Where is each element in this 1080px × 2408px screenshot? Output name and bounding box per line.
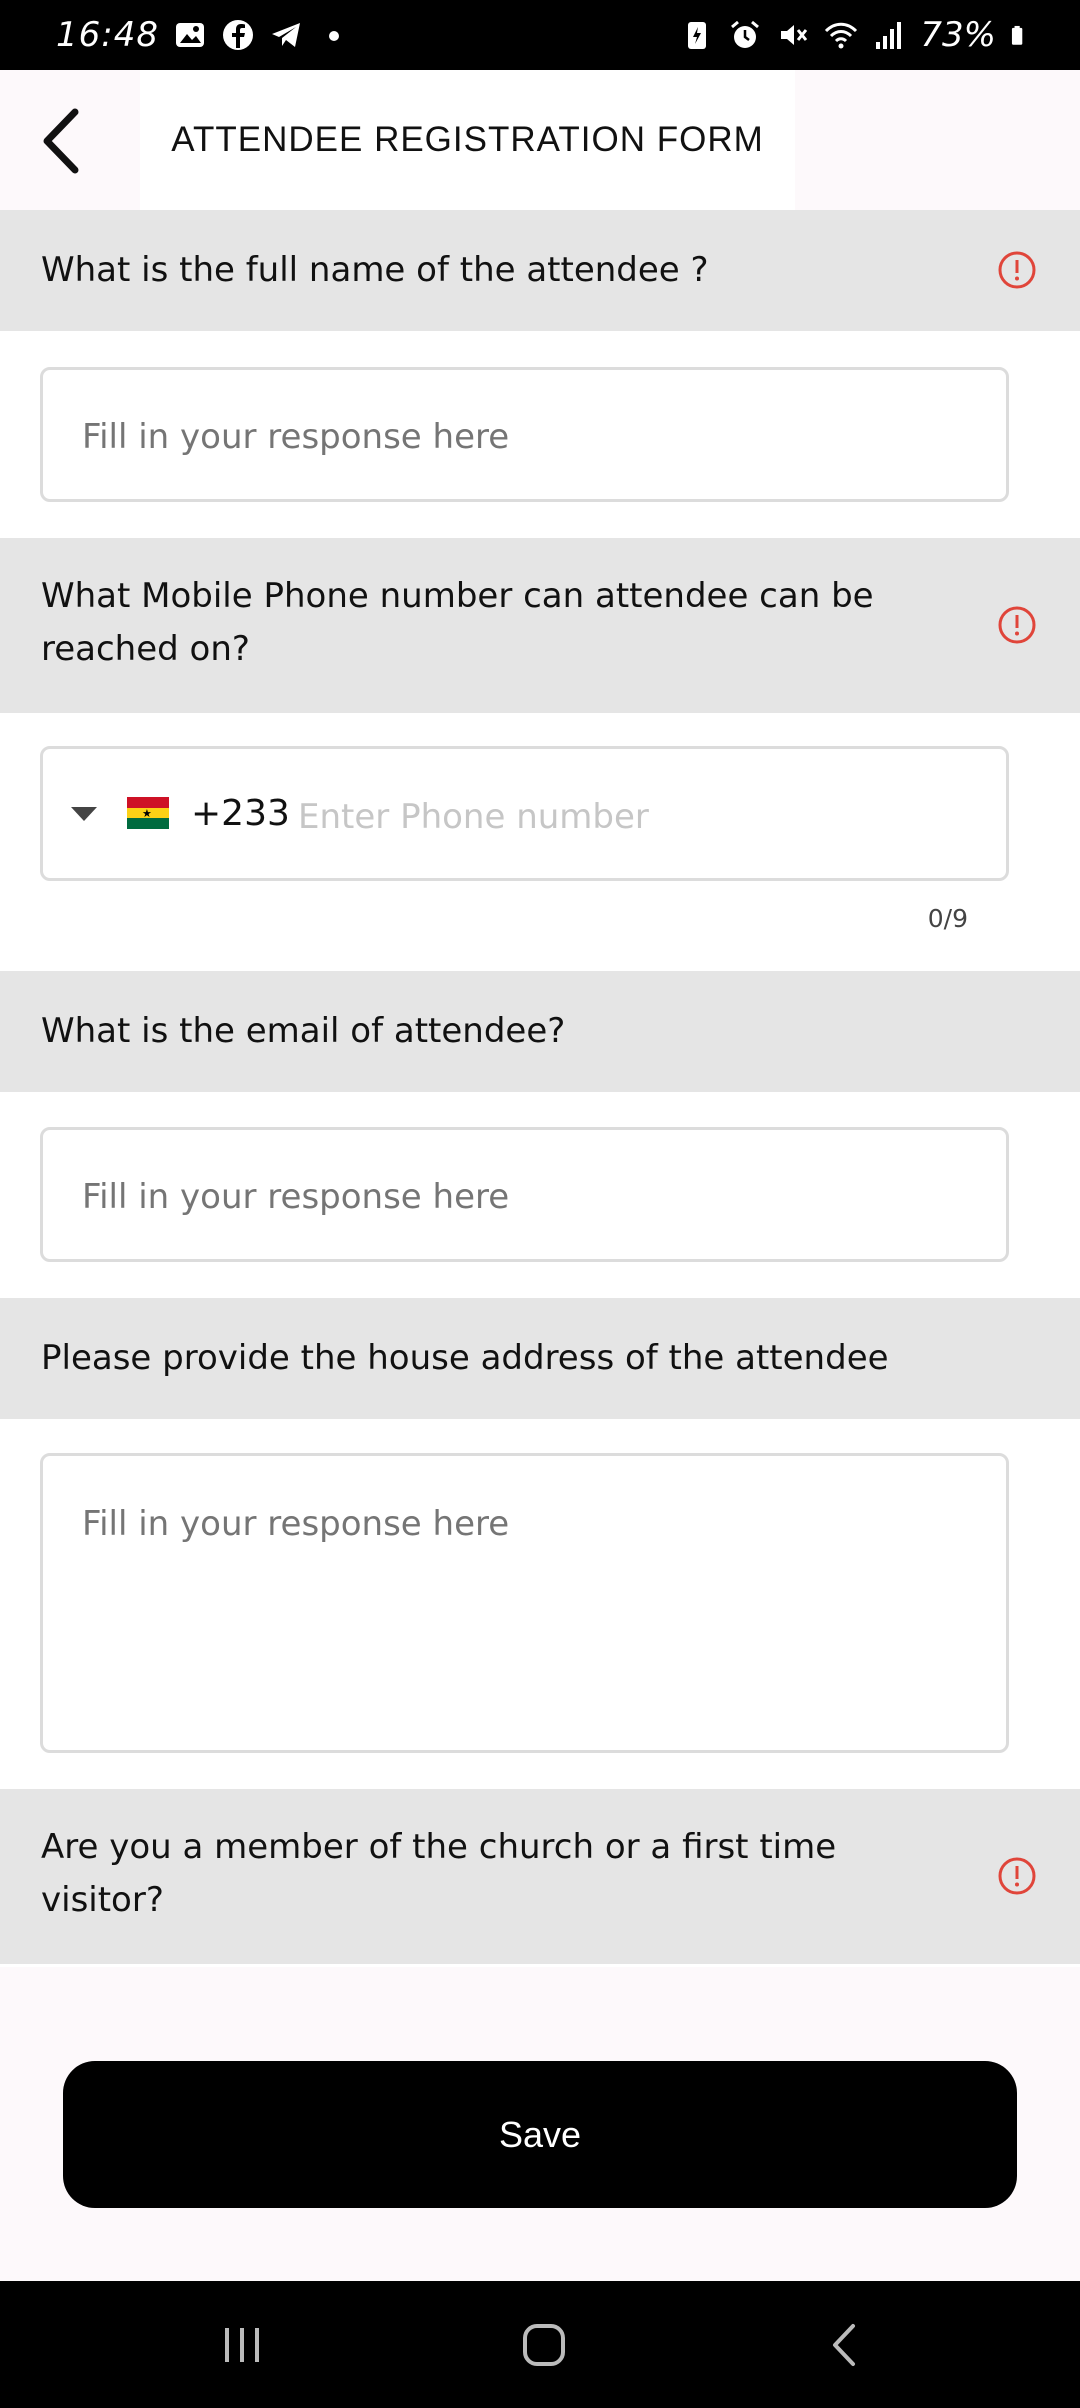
- question-label-line2: reached on?: [41, 629, 250, 669]
- question-label: Please provide the house address of the …: [41, 1338, 889, 1378]
- question-label: What is the full name of the attendee ?: [41, 250, 709, 290]
- phone-char-counter: 0/9: [927, 904, 968, 933]
- input-placeholder: Fill in your response here: [82, 417, 510, 457]
- facebook-icon: [222, 20, 253, 50]
- ghana-flag-icon[interactable]: ★: [127, 797, 169, 830]
- address-textarea[interactable]: Fill in your response here: [40, 1453, 1009, 1753]
- dot-icon: [328, 31, 339, 41]
- country-code[interactable]: +233: [191, 793, 290, 834]
- question-membership: Are you a member of the church or a firs…: [0, 1789, 1080, 1964]
- home-icon: [523, 2323, 565, 2366]
- question-label-line1: What Mobile Phone number can attendee ca…: [41, 576, 874, 616]
- input-placeholder: Fill in your response here: [82, 1177, 510, 1217]
- form-content[interactable]: What is the full name of the attendee ? …: [0, 210, 1080, 1967]
- question-label: What is the email of attendee?: [41, 1011, 566, 1051]
- alarm-icon: [731, 20, 760, 48]
- email-input[interactable]: Fill in your response here: [40, 1127, 1009, 1262]
- question-label-line2: visitor?: [41, 1880, 164, 1920]
- phone-input[interactable]: ★ +233 Enter Phone number: [40, 746, 1009, 881]
- wifi-icon: [825, 22, 858, 49]
- back-button[interactable]: [20, 106, 100, 176]
- header-title-box: ATTENDEE REGISTRATION FORM: [140, 70, 795, 210]
- save-button[interactable]: Save: [63, 2061, 1017, 2208]
- phone-placeholder: Enter Phone number: [298, 797, 649, 837]
- status-bar: 16:48 73%: [0, 0, 1080, 70]
- gallery-icon: [175, 23, 204, 47]
- info-icon[interactable]: [997, 605, 1037, 645]
- question-address: Please provide the house address of the …: [0, 1298, 1080, 1419]
- info-icon[interactable]: [997, 1856, 1037, 1896]
- recent-apps-icon: [225, 2327, 259, 2362]
- recent-apps-button[interactable]: [162, 2281, 322, 2408]
- question-label-line1: Are you a member of the church or a firs…: [41, 1827, 837, 1867]
- battery-percent: 73%: [920, 15, 996, 55]
- country-dropdown-icon[interactable]: [71, 807, 97, 821]
- page-title: ATTENDEE REGISTRATION FORM: [171, 120, 764, 159]
- status-right: 73%: [680, 0, 1032, 70]
- mute-icon: [781, 25, 808, 45]
- input-placeholder: Fill in your response here: [82, 1504, 510, 1544]
- telegram-icon: [271, 23, 300, 47]
- battery-saver-icon: [688, 22, 707, 49]
- question-phone: What Mobile Phone number can attendee ca…: [0, 538, 1080, 713]
- home-button[interactable]: [464, 2281, 624, 2408]
- question-email: What is the email of attendee?: [0, 971, 1080, 1092]
- status-time: 16:48: [56, 15, 159, 55]
- signal-icon: [876, 22, 902, 49]
- status-left: 16:48: [56, 0, 351, 70]
- navigation-bar: [0, 2281, 1080, 2408]
- question-full-name: What is the full name of the attendee ?: [0, 210, 1080, 331]
- full-name-input[interactable]: Fill in your response here: [40, 367, 1009, 502]
- save-area: Save: [0, 1967, 1080, 2281]
- app-header: ATTENDEE REGISTRATION FORM: [0, 70, 1080, 210]
- back-arrow-icon: [43, 108, 79, 174]
- back-nav-icon: [833, 2323, 855, 2366]
- battery-icon: [1011, 25, 1023, 45]
- back-nav-button[interactable]: [766, 2281, 926, 2408]
- info-icon[interactable]: [997, 250, 1037, 290]
